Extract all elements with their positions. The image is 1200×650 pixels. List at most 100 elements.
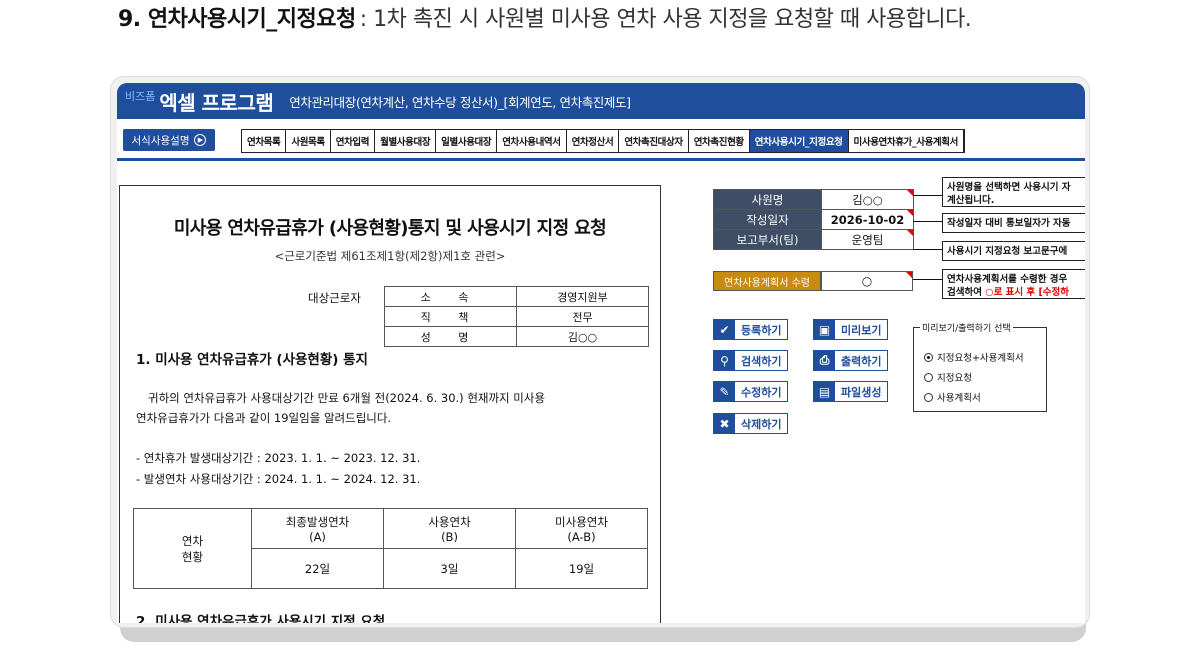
employee-value: 경영지원부 bbox=[516, 286, 649, 307]
edit-button-label: 수정하기 bbox=[741, 385, 782, 399]
print-button[interactable]: ⎙ 출력하기 bbox=[813, 350, 889, 371]
note-line: 작성일자 대비 통보일자가 자동 bbox=[947, 218, 1071, 229]
tab-item[interactable]: 사원목록 bbox=[286, 130, 331, 152]
radio-option-both[interactable]: 지정요청+사용계획서 bbox=[924, 350, 1024, 364]
tab-item[interactable]: 연차사용내역서 bbox=[497, 130, 567, 152]
table-cell: 3일 bbox=[383, 548, 516, 589]
leave-status-table: 연차 현황 최종발생연차 (A) 사용연차 (B) 미사용연차 (A-B) 22… bbox=[133, 508, 648, 589]
header-line: (A) bbox=[309, 529, 326, 544]
target-employee-label: 대상근로자 bbox=[308, 291, 361, 305]
tab-item[interactable]: 일별사용대장 bbox=[436, 130, 498, 152]
guide-button-label: 서식사용설명 bbox=[131, 134, 190, 147]
info-key: 사원명 bbox=[713, 189, 822, 210]
tab-toolbar: 서식사용설명 ▶ 연차목록 사원목록 연차입력 월별사용대장 일별사용대장 연차사용내역서… bbox=[117, 119, 1085, 161]
column-header: 사용연차 (B) bbox=[383, 508, 516, 549]
delete-icon: ✖ bbox=[714, 414, 735, 433]
monitor-icon: ▣ bbox=[814, 320, 835, 339]
radio-label: 지정요청+사용계획서 bbox=[937, 353, 1024, 364]
employee-key: 소 속 bbox=[384, 286, 517, 307]
table-row: 직 책 전무 bbox=[384, 306, 649, 327]
comment-note: 사원명을 선택하면 사용시기 자 계산됩니다. bbox=[942, 177, 1085, 207]
column-header: 미사용연차 (A-B) bbox=[515, 508, 648, 549]
note-line: 사원명을 선택하면 사용시기 자 bbox=[947, 182, 1071, 193]
search-icon: ⚲ bbox=[714, 351, 735, 370]
edit-icon: ✎ bbox=[714, 382, 735, 401]
table-row: 작성일자 2026-10-02 bbox=[713, 209, 914, 230]
create-file-button[interactable]: ▤ 파일생성 bbox=[813, 381, 889, 402]
header-line: (A-B) bbox=[567, 529, 596, 544]
radio-option-plan[interactable]: 사용계획서 bbox=[924, 390, 981, 404]
header-line: 사용연차 bbox=[428, 514, 471, 529]
note-line: 계산됩니다. bbox=[947, 195, 995, 206]
note-highlight: ○로 표시 후 [수정하 bbox=[985, 287, 1070, 298]
notice-paragraph: 귀하의 연차유급휴가 사용대상기간 만료 6개월 전(2024. 6. 30.)… bbox=[136, 388, 636, 428]
comment-marker bbox=[907, 210, 913, 216]
comment-note: 연차사용계획서를 수령한 경우 검색하여 ○로 표시 후 [수정하 bbox=[942, 269, 1085, 299]
table-row: 연차 현황 최종발생연차 (A) 사용연차 (B) 미사용연차 (A-B) bbox=[133, 508, 648, 589]
write-date-cell[interactable]: 2026-10-02 bbox=[821, 209, 914, 230]
comment-connector bbox=[913, 279, 942, 280]
note-line: 사용시기 지정요청 보고문구에 bbox=[947, 246, 1068, 257]
section-2-heading: 2. 미사용 연차유급휴가 사용시기 지정 요청 bbox=[136, 614, 386, 623]
tab-item[interactable]: 연차정산서 bbox=[566, 130, 620, 152]
radio-selected-icon bbox=[924, 352, 933, 362]
tab-item[interactable]: 월별사용대장 bbox=[375, 130, 437, 152]
app-window: 비즈폼 엑셀 프로그램 연차관리대장(연차계산, 연차수당 정산서)_[회계연도… bbox=[117, 83, 1085, 623]
info-key: 보고부서(팀) bbox=[713, 229, 822, 250]
comment-note: 사용시기 지정요청 보고문구에 bbox=[942, 241, 1085, 261]
table-row: 보고부서(팀) 운영팀 bbox=[713, 229, 914, 250]
tab-item[interactable]: 연차촉진현황 bbox=[688, 130, 750, 152]
paragraph-line: 연차유급휴가가 다음과 같이 19일임을 알려드립니다. bbox=[136, 411, 392, 425]
brand-title: 엑셀 프로그램 bbox=[159, 90, 274, 115]
employee-key: 직 책 bbox=[384, 306, 517, 327]
row-label-line: 현황 bbox=[181, 549, 204, 564]
radio-empty-icon bbox=[924, 372, 933, 382]
caption-description: : 1차 촉진 시 사원별 미사용 연차 사용 지정을 요청할 때 사용합니다. bbox=[359, 7, 972, 32]
register-button[interactable]: ✔ 등록하기 bbox=[713, 319, 789, 340]
guide-button[interactable]: 서식사용설명 ▶ bbox=[123, 129, 215, 151]
plan-received-cell[interactable]: ○ bbox=[821, 271, 913, 291]
check-icon: ✔ bbox=[714, 320, 735, 339]
info-table: 사원명 김○○ 작성일자 2026-10-02 보고부서(팀) 운영팀 bbox=[713, 189, 914, 250]
print-icon: ⎙ bbox=[814, 351, 835, 370]
page-caption: 9. 연차사용시기_지정요청 : 1차 촉진 시 사원별 미사용 연차 사용 지… bbox=[118, 0, 972, 34]
preview-button[interactable]: ▣ 미리보기 bbox=[813, 319, 889, 340]
info-value: 김○○ bbox=[852, 192, 883, 207]
app-titlebar: 비즈폼 엑셀 프로그램 연차관리대장(연차계산, 연차수당 정산서)_[회계연도… bbox=[117, 83, 1085, 119]
preview-option-group: 미리보기/출력하기 선택 지정요청+사용계획서 지정요청 사용계획서 bbox=[913, 321, 1047, 412]
tab-item[interactable]: 연차목록 bbox=[242, 130, 287, 152]
employee-key: 성 명 bbox=[384, 326, 517, 347]
header-line: (B) bbox=[441, 529, 458, 544]
arrow-right-circle-icon: ▶ bbox=[194, 134, 207, 146]
edit-button[interactable]: ✎ 수정하기 bbox=[713, 381, 789, 402]
tab-item[interactable]: 연차촉진대상자 bbox=[619, 130, 689, 152]
comment-note: 작성일자 대비 통보일자가 자동 bbox=[942, 213, 1085, 233]
tab-item[interactable]: 미사용연차휴가_사용계획서 bbox=[848, 130, 964, 152]
caption-heading: 9. 연차사용시기_지정요청 bbox=[118, 7, 356, 32]
info-value: 운영팀 bbox=[851, 232, 884, 247]
document-title: 미사용 연차유급휴가 (사용현황)통지 및 사용시기 지정 요청 bbox=[173, 218, 607, 239]
create-file-button-label: 파일생성 bbox=[841, 385, 882, 399]
app-subtitle: 연차관리대장(연차계산, 연차수당 정산서)_[회계연도, 연차촉진제도] bbox=[289, 94, 631, 110]
comment-connector bbox=[913, 221, 942, 222]
occurrence-period: - 연차휴가 발생대상기간 : 2023. 1. 1. ~ 2023. 12. … bbox=[136, 451, 421, 465]
tab-item[interactable]: 연차사용시기_지정요청 bbox=[749, 130, 849, 152]
note-text: 검색하여 bbox=[947, 287, 986, 298]
search-button[interactable]: ⚲ 검색하기 bbox=[713, 350, 789, 371]
header-line: 미사용연차 bbox=[555, 514, 608, 529]
section-1-heading: 1. 미사용 연차유급휴가 (사용현황) 통지 bbox=[136, 352, 368, 368]
department-cell[interactable]: 운영팀 bbox=[821, 229, 914, 250]
column-header: 최종발생연차 (A) bbox=[251, 508, 384, 549]
info-key: 작성일자 bbox=[713, 209, 822, 230]
radio-label: 사용계획서 bbox=[937, 393, 981, 404]
print-button-label: 출력하기 bbox=[841, 354, 882, 368]
preview-option-legend: 미리보기/출력하기 선택 bbox=[920, 321, 1013, 334]
info-value: 2026-10-02 bbox=[830, 212, 905, 227]
table-row: 성 명 김○○ bbox=[384, 326, 649, 347]
delete-button[interactable]: ✖ 삭제하기 bbox=[713, 413, 789, 434]
employee-name-cell[interactable]: 김○○ bbox=[821, 189, 914, 210]
radio-option-request[interactable]: 지정요청 bbox=[924, 370, 972, 384]
plan-received-value: ○ bbox=[861, 274, 873, 288]
plan-received-label: 연차사용계획서 수령 bbox=[713, 271, 821, 291]
tab-item[interactable]: 연차입력 bbox=[330, 130, 376, 152]
